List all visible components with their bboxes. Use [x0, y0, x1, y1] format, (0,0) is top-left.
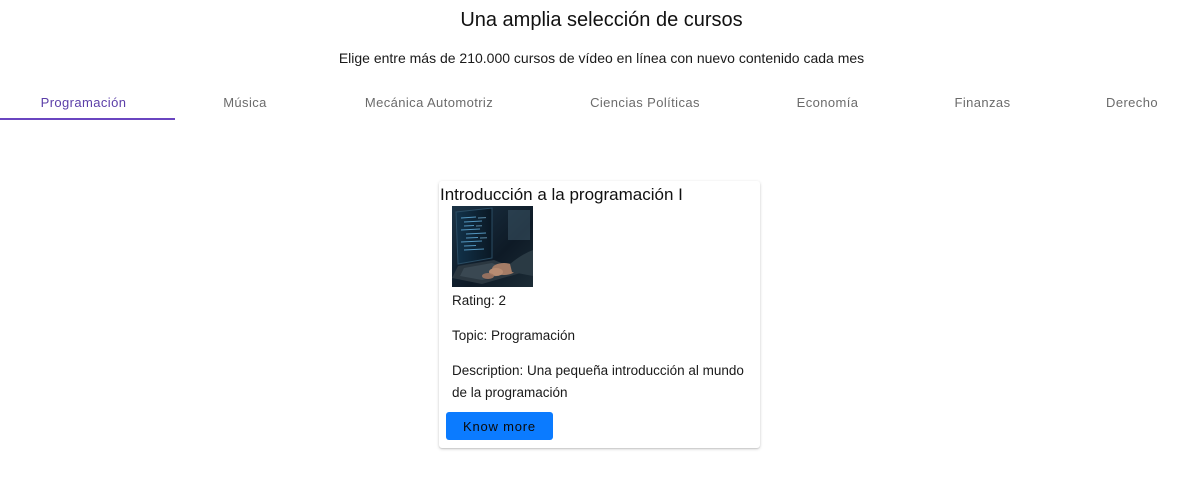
laptop-code-photo-icon: [452, 206, 533, 287]
tab-musica[interactable]: Música: [175, 84, 315, 120]
page: Una amplia selección de cursos Elige ent…: [0, 0, 1203, 479]
tab-economia[interactable]: Economía: [770, 84, 885, 120]
course-card: Introducción a la programación I Rating:…: [439, 181, 760, 448]
page-title: Una amplia selección de cursos: [460, 9, 743, 31]
know-more-button[interactable]: Know more: [446, 412, 553, 440]
tab-ciencias-politicas[interactable]: Ciencias Políticas: [575, 84, 715, 120]
course-topic: Topic: Programación: [452, 328, 576, 343]
tab-finanzas[interactable]: Finanzas: [935, 84, 1030, 120]
active-tab-indicator: [0, 118, 175, 120]
category-tabs: Programación Música Mecánica Automotriz …: [0, 84, 1203, 120]
tab-derecho[interactable]: Derecho: [1093, 84, 1171, 120]
course-rating: Rating: 2: [452, 293, 507, 308]
page-subtitle: Elige entre más de 210.000 cursos de víd…: [338, 50, 865, 66]
course-description: Description: Una pequeña introducción al…: [452, 363, 744, 400]
course-image: [452, 206, 533, 287]
tab-mecanica-automotriz[interactable]: Mecánica Automotriz: [345, 84, 513, 120]
course-title: Introducción a la programación I: [440, 185, 683, 204]
tab-programacion[interactable]: Programación: [0, 84, 167, 120]
